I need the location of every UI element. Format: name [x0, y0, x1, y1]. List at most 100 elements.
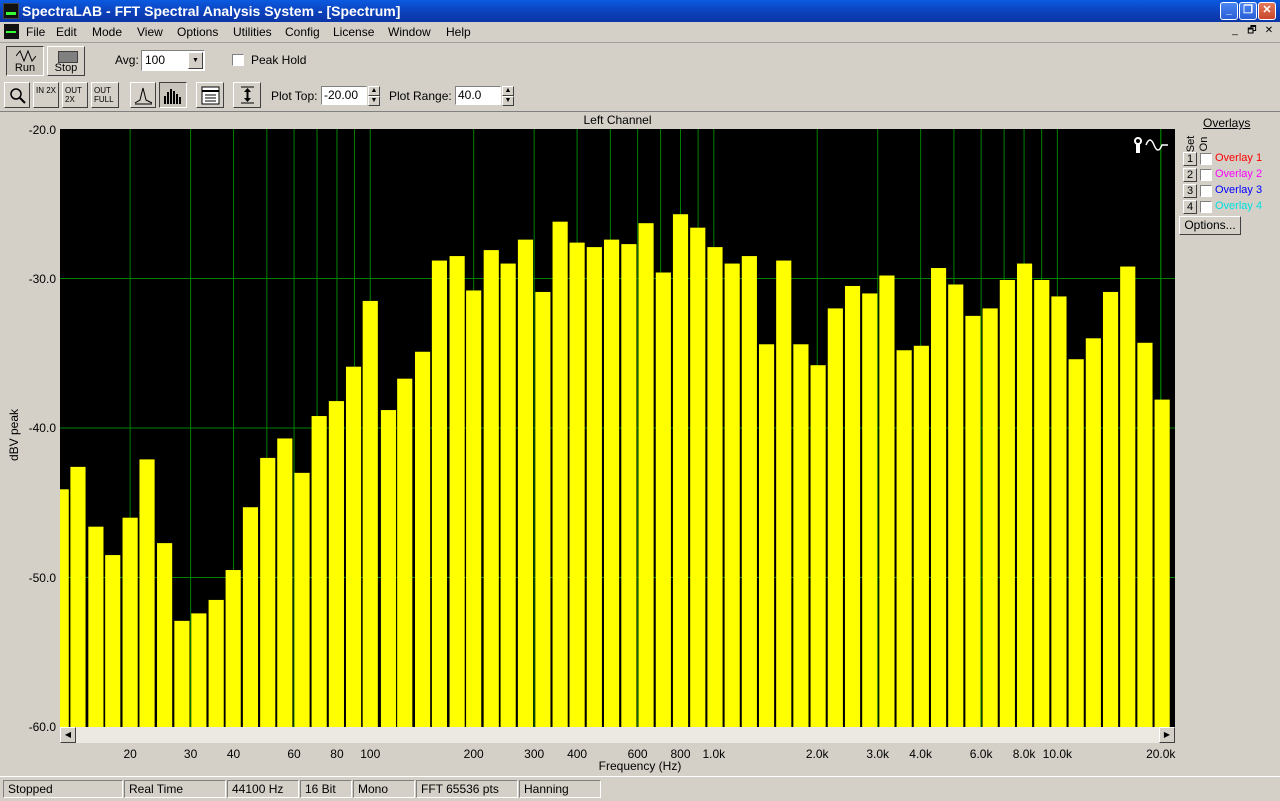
plot-top-up-icon[interactable]: ▲ — [368, 86, 380, 96]
x-tick-label: 20 — [123, 747, 137, 761]
peak-hold-label: Peak Hold — [251, 53, 307, 67]
overlay-2-checkbox[interactable] — [1200, 169, 1212, 181]
run-button[interactable]: Run — [6, 46, 44, 76]
close-button[interactable]: ✕ — [1258, 2, 1276, 20]
x-tick-label: 6.0k — [969, 747, 993, 761]
spectrum-bar — [1154, 399, 1170, 727]
spectrum-bar — [139, 459, 155, 727]
document-icon[interactable] — [4, 24, 19, 39]
scroll-left-icon[interactable]: ◀ — [60, 727, 76, 743]
spectrum-bar — [449, 256, 465, 727]
avg-value: 100 — [145, 53, 166, 67]
spectrum-bar — [88, 526, 104, 727]
overlay-3-checkbox[interactable] — [1200, 185, 1212, 197]
zoom-in-2x-button[interactable]: IN 2X — [33, 82, 59, 108]
menu-file[interactable]: File — [26, 25, 45, 39]
overlay-1-checkbox[interactable] — [1200, 153, 1212, 165]
app-icon[interactable] — [3, 3, 19, 19]
x-tick-label: 40 — [226, 747, 241, 761]
spectrum-bar — [569, 242, 585, 727]
menu-config[interactable]: Config — [285, 25, 320, 39]
menu-window[interactable]: Window — [388, 25, 431, 39]
zoom-tool-button[interactable] — [4, 82, 30, 108]
plot-top-input[interactable]: -20.00 — [321, 86, 367, 105]
overlay-4-checkbox[interactable] — [1200, 201, 1212, 213]
spectrum-chart — [60, 129, 1175, 727]
maximize-button[interactable]: ❐ — [1239, 2, 1257, 20]
spectrum-bar — [844, 285, 861, 727]
spectrum-bar — [70, 466, 86, 727]
spectrum-bar — [466, 290, 482, 727]
spectrum-bar — [776, 260, 792, 727]
spectrum-bar — [208, 599, 224, 727]
menu-help[interactable]: Help — [446, 25, 471, 39]
status-mode: Real Time — [124, 780, 226, 798]
overlay-3-label: Overlay 3 — [1215, 184, 1263, 196]
y-tick-label: -30.0 — [28, 272, 56, 286]
menu-edit[interactable]: Edit — [56, 25, 77, 39]
x-tick-label: 100 — [360, 747, 381, 761]
plot-top-down-icon[interactable]: ▼ — [368, 96, 380, 106]
spectrum-bar — [1068, 359, 1084, 727]
spectrum-bar — [690, 227, 706, 727]
y-tick-label: -50.0 — [28, 571, 56, 585]
spectrum-bar — [191, 613, 207, 727]
dropdown-arrow-icon[interactable]: ▼ — [188, 52, 203, 69]
mdi-minimize-button[interactable]: _ — [1228, 25, 1242, 38]
signal-generator-icon[interactable] — [1132, 135, 1170, 155]
spectrum-bar — [260, 457, 276, 727]
spectrum-bar — [328, 401, 344, 727]
plot-range-down-icon[interactable]: ▼ — [502, 96, 514, 106]
spectrum-bar — [431, 260, 448, 727]
status-bit-depth: 16 Bit — [300, 780, 352, 798]
spectrum-bar — [225, 570, 241, 727]
plot-range-input[interactable]: 40.0 — [455, 86, 501, 105]
overlay-set-4-button[interactable]: 4 — [1183, 200, 1197, 214]
menu-options[interactable]: Options — [177, 25, 218, 39]
overlay-set-2-button[interactable]: 2 — [1183, 168, 1197, 182]
minimize-button[interactable]: _ — [1220, 2, 1238, 20]
overlay-set-1-button[interactable]: 1 — [1183, 152, 1197, 166]
spectrum-bar — [862, 293, 878, 727]
title-bar[interactable]: SpectraLAB - FFT Spectral Analysis Syste… — [0, 0, 1280, 22]
spectrum-bar — [242, 507, 259, 727]
scroll-right-icon[interactable]: ▶ — [1159, 727, 1175, 743]
x-axis-label: Frequency (Hz) — [598, 759, 682, 773]
spectrum-bar — [913, 345, 929, 727]
plot-range-up-icon[interactable]: ▲ — [502, 86, 514, 96]
mdi-close-button[interactable]: ✕ — [1262, 25, 1276, 38]
menu-mode[interactable]: Mode — [92, 25, 122, 39]
spectrum-plot[interactable] — [60, 129, 1175, 727]
stop-button[interactable]: Stop — [47, 46, 85, 76]
spectrum-bar — [1085, 338, 1101, 727]
status-bar: Stopped Real Time 44100 Hz 16 Bit Mono F… — [0, 776, 1280, 801]
overlays-title: Overlays — [1203, 116, 1251, 130]
horizontal-scrollbar[interactable]: ◀ ▶ — [60, 727, 1175, 743]
spectrum-bar — [1034, 279, 1050, 727]
menu-utilities[interactable]: Utilities — [233, 25, 272, 39]
menu-license[interactable]: License — [333, 25, 374, 39]
mdi-restore-button[interactable]: 🗗 — [1245, 25, 1259, 38]
magnifier-icon — [10, 88, 26, 104]
autoscale-button[interactable] — [233, 82, 261, 108]
bar-plot-button[interactable] — [159, 82, 187, 108]
overlay-options-button[interactable]: Options... — [1179, 216, 1241, 235]
peak-hold-checkbox[interactable] — [232, 54, 244, 66]
zoom-out-full-button[interactable]: OUT FULL — [91, 82, 119, 108]
menu-view[interactable]: View — [137, 25, 163, 39]
avg-label: Avg: — [115, 53, 139, 67]
zoom-out-2x-button[interactable]: OUT 2X — [62, 82, 88, 108]
spectrum-bar — [345, 366, 362, 727]
overlay-set-3-button[interactable]: 3 — [1183, 184, 1197, 198]
x-tick-label: 10.0k — [1042, 747, 1073, 761]
avg-select[interactable]: 100 ▼ — [141, 50, 205, 71]
spectrum-bar — [1016, 263, 1033, 727]
display-settings-button[interactable] — [196, 82, 224, 108]
line-plot-button[interactable] — [130, 82, 156, 108]
window-title: SpectraLAB - FFT Spectral Analysis Syste… — [22, 3, 401, 19]
y-tick-label: -60.0 — [28, 720, 56, 734]
x-tick-label: 60 — [287, 747, 301, 761]
y-tick-label: -40.0 — [28, 421, 56, 435]
on-column-label: On — [1198, 136, 1210, 152]
overlay-1-label: Overlay 1 — [1215, 152, 1263, 164]
